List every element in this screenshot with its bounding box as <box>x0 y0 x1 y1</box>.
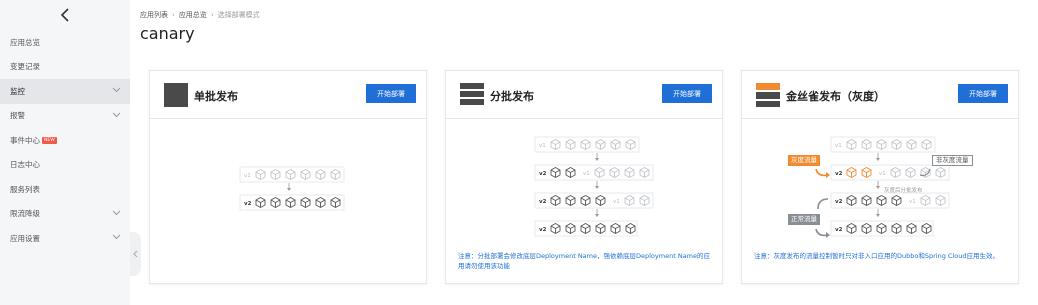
canary-deploy-diagram-svg: v1 v2 v1 v2 v1 v2 <box>815 136 950 238</box>
version-label: v1 <box>879 171 886 177</box>
sidebar-item-label: 应用设置 <box>10 233 40 243</box>
chevron-down-icon <box>112 234 121 240</box>
sidebar-item[interactable]: 事件中心 NEW <box>0 128 130 153</box>
batch-deploy-diagram-svg: v1 v2 v1 v2 v1 v2 <box>534 136 654 237</box>
version-row <box>830 164 950 181</box>
arrow-down-icon <box>876 181 880 189</box>
back-button[interactable] <box>0 0 130 30</box>
single-deploy-diagram-svg: v1 v2 <box>239 166 345 211</box>
sidebar-item-label: 日志中心 <box>10 160 40 170</box>
sidebar-item[interactable]: 变更记录 <box>0 55 130 80</box>
batch-deploy-diagram: v1 v2 v1 v2 v1 v2 <box>446 119 722 249</box>
sidebar-item[interactable]: 服务列表 <box>0 177 130 202</box>
version-label: v2 <box>835 227 843 233</box>
arrow-down-icon <box>287 183 291 191</box>
version-label: v2 <box>244 201 252 207</box>
sidebar-item-label: 监控 <box>10 86 25 96</box>
gray-traffic-tag: 灰度流量 <box>788 155 820 166</box>
canary-deploy-diagram: v1 v2 v1 v2 v1 v2 灰度流量 非灰度流量 灰度后分批发布 正常流量 <box>742 119 1018 249</box>
card-header: 分批发布 开始部署 <box>446 71 722 119</box>
breadcrumb-separator: › <box>172 11 175 19</box>
sidebar-item[interactable]: 应用总览 <box>0 30 130 55</box>
canary-deploy-note: 注意：灰度发布的流量控制暂时只对非入口应用的Dubbo和Spring Cloud… <box>754 252 999 260</box>
version-label: v2 <box>539 171 547 177</box>
start-deploy-button[interactable]: 开始部署 <box>662 84 712 103</box>
sidebar-item[interactable]: 监控 <box>0 79 130 104</box>
sidebar-item-label: 变更记录 <box>10 62 40 72</box>
card-title: 单批发布 <box>194 90 238 103</box>
single-deploy-icon <box>164 83 188 107</box>
sidebar-collapse-handle[interactable] <box>130 232 141 276</box>
sidebar-item[interactable]: 报警 <box>0 104 130 129</box>
card-header: 金丝雀发布（灰度） 开始部署 <box>742 71 1018 119</box>
breadcrumb: 应用列表 › 应用总览 › 选择部署模式 <box>140 10 260 20</box>
version-label: v1 <box>835 143 842 149</box>
batch-deploy-icon <box>460 83 484 107</box>
version-label: v1 <box>539 143 546 149</box>
sidebar-item[interactable]: 日志中心 <box>0 153 130 178</box>
breadcrumb-app-overview[interactable]: 应用总览 <box>179 10 207 20</box>
breadcrumb-app-list[interactable]: 应用列表 <box>140 10 168 20</box>
card-batch-deploy: 分批发布 开始部署 v1 v2 v1 v2 v1 v2 注意：分批部署会修改底层Deplo… <box>445 70 723 284</box>
new-badge: NEW <box>42 136 57 144</box>
card-canary-deploy: 金丝雀发布（灰度） 开始部署 v1 v2 v1 v2 v1 v2 灰度流量 非灰度流量 灰… <box>741 70 1019 284</box>
version-label: v1 <box>244 173 251 179</box>
single-deploy-diagram: v1 v2 <box>150 119 426 249</box>
chevron-down-icon <box>112 210 121 215</box>
card-header: 单批发布 开始部署 <box>150 71 426 119</box>
normal-traffic-tag: 正常流量 <box>788 214 820 225</box>
chevron-left-icon <box>133 250 138 258</box>
arrow-down-icon <box>595 181 599 189</box>
card-title: 分批发布 <box>490 90 534 103</box>
card-title: 金丝雀发布（灰度） <box>786 90 885 103</box>
page-title: canary <box>140 24 195 43</box>
breadcrumb-separator: › <box>210 11 214 19</box>
gray-traffic-arrow <box>815 168 830 178</box>
version-label: v1 <box>909 199 916 205</box>
sidebar-item-label: 报警 <box>10 111 25 121</box>
version-label: v2 <box>835 171 843 177</box>
sidebar-item[interactable]: 应用设置 <box>0 226 130 251</box>
arrow-down-icon <box>876 153 880 161</box>
version-label: v2 <box>539 199 547 205</box>
non-gray-traffic-tag: 非灰度流量 <box>932 155 973 166</box>
card-single-deploy: 单批发布 开始部署 v1 v2 <box>149 70 427 284</box>
arrow-down-icon <box>595 209 599 217</box>
version-row <box>534 164 654 181</box>
version-label: v1 <box>613 199 620 205</box>
sidebar-item-label: 服务列表 <box>10 184 40 194</box>
gray-batch-note: 灰度后分批发布 <box>884 188 923 194</box>
version-label: v2 <box>835 199 843 205</box>
sidebar: 应用总览变更记录监控报警事件中心 NEW 日志中心服务列表限流降级应用设置 <box>0 0 130 305</box>
version-row <box>830 192 950 209</box>
sidebar-item-label: 应用总览 <box>10 37 40 47</box>
version-label: v1 <box>583 171 590 177</box>
breadcrumb-current: 选择部署模式 <box>217 11 260 19</box>
batch-deploy-note: 注意：分批部署会修改底层Deployment Name，强依赖底层Deploym… <box>458 252 711 270</box>
chevron-left-icon <box>60 8 69 22</box>
chevron-down-icon <box>112 87 121 93</box>
version-row <box>534 192 654 209</box>
sidebar-item-label: 限流降级 <box>10 209 40 219</box>
arrow-down-icon <box>595 153 599 161</box>
start-deploy-button[interactable]: 开始部署 <box>366 84 416 103</box>
version-label: v2 <box>539 227 547 233</box>
start-deploy-button[interactable]: 开始部署 <box>958 84 1008 103</box>
arrow-down-icon <box>876 209 880 217</box>
sidebar-item-label: 事件中心 <box>10 135 40 145</box>
sidebar-item[interactable]: 限流降级 <box>0 202 130 227</box>
canary-deploy-icon <box>756 83 780 107</box>
chevron-down-icon <box>112 112 121 117</box>
